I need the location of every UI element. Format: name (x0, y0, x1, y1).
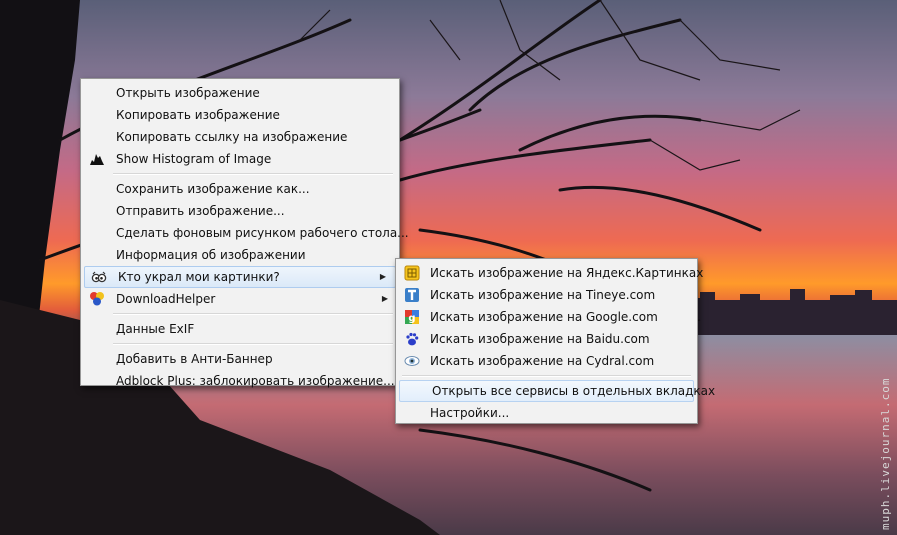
menu-item-label: Отправить изображение... (116, 204, 285, 218)
google-icon: g (404, 309, 420, 325)
submenu: Искать изображение на Яндекс.Картинках И… (395, 258, 715, 424)
menu-item-open-image[interactable]: Открыть изображение (83, 82, 397, 104)
menu-separator (113, 173, 393, 175)
submenu-item-search-yandex[interactable]: Искать изображение на Яндекс.Картинках (398, 262, 703, 284)
menu-separator (113, 343, 393, 345)
submenu-item-search-google[interactable]: g Искать изображение на Google.com (398, 306, 695, 328)
menu-separator (113, 313, 393, 315)
submenu-item-label: Настройки... (430, 406, 510, 420)
menu-item-label: Добавить в Анти-Баннер (116, 352, 273, 366)
menu-item-adblock-block-image[interactable]: Adblock Plus: заблокировать изображение.… (83, 370, 397, 392)
menu-item-label: Кто украл мои картинки? (118, 270, 280, 284)
menu-item-label: Информация об изображении (116, 248, 306, 262)
svg-text:g: g (408, 313, 415, 324)
menu-item-image-info[interactable]: Информация об изображении (83, 244, 397, 266)
menu-item-label: DownloadHelper (116, 292, 216, 306)
menu-item-set-desktop-background[interactable]: Сделать фоновым рисунком рабочего стола.… (83, 222, 409, 244)
menu-item-save-image[interactable]: Сохранить изображение как... (83, 178, 397, 200)
baidu-icon (404, 331, 420, 347)
menu-item-add-to-anti-banner[interactable]: Добавить в Анти-Баннер (83, 348, 397, 370)
menu-item-who-stole-my-pictures[interactable]: Кто украл мои картинки? ▶ (84, 266, 396, 288)
histogram-icon (89, 151, 105, 167)
downloadhelper-icon (89, 291, 105, 307)
menu-item-downloadhelper[interactable]: DownloadHelper ▶ (83, 288, 397, 310)
menu-item-copy-image[interactable]: Копировать изображение (83, 104, 397, 126)
menu-item-show-histogram[interactable]: Show Histogram of Image (83, 148, 397, 170)
submenu-item-search-baidu[interactable]: Искать изображение на Baidu.com (398, 328, 695, 350)
submenu-item-search-cydral[interactable]: Искать изображение на Cydral.com (398, 350, 695, 372)
menu-item-label: Копировать изображение (116, 108, 280, 122)
tineye-icon (404, 287, 420, 303)
menu-item-label: Show Histogram of Image (116, 152, 272, 166)
menu-item-label: Сделать фоновым рисунком рабочего стола.… (116, 226, 409, 240)
submenu-item-label: Искать изображение на Google.com (430, 310, 658, 324)
menu-item-label: Открыть изображение (116, 86, 260, 100)
submenu-item-search-tineye[interactable]: Искать изображение на Tineye.com (398, 284, 695, 306)
menu-item-label: Данные ExIF (116, 322, 195, 336)
submenu-item-open-all-services[interactable]: Открыть все сервисы в отдельных вкладках (399, 380, 715, 402)
submenu-item-label: Искать изображение на Tineye.com (430, 288, 656, 302)
context-menu: Открыть изображение Копировать изображен… (80, 78, 409, 388)
menu-item-label: Копировать ссылку на изображение (116, 130, 348, 144)
submenu-item-settings[interactable]: Настройки... (398, 402, 695, 424)
menu-item-label: Adblock Plus: заблокировать изображение.… (116, 374, 395, 388)
submenu-item-label: Искать изображение на Яндекс.Картинках (430, 266, 704, 280)
submenu-item-label: Искать изображение на Cydral.com (430, 354, 655, 368)
submenu-arrow-icon: ▶ (379, 272, 386, 281)
menu-item-exif-data[interactable]: Данные ExIF (83, 318, 397, 340)
menu-item-copy-image-link[interactable]: Копировать ссылку на изображение (83, 126, 397, 148)
watermark-text: muph.livejournal.com (879, 377, 892, 530)
cydral-icon (404, 353, 420, 369)
submenu-item-label: Открыть все сервисы в отдельных вкладках (432, 384, 716, 398)
submenu-item-label: Искать изображение на Baidu.com (430, 332, 650, 346)
menu-item-label: Сохранить изображение как... (116, 182, 310, 196)
menu-item-send-image[interactable]: Отправить изображение... (83, 200, 397, 222)
submenu-arrow-icon: ▶ (381, 294, 388, 303)
menu-separator (402, 375, 691, 377)
yandex-icon (404, 265, 420, 281)
owl-icon (91, 270, 107, 286)
